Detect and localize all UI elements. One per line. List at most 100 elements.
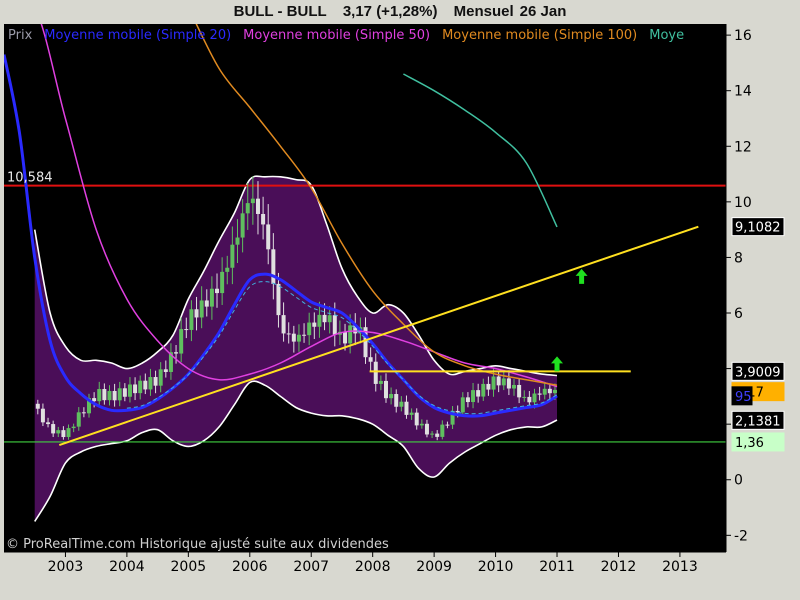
candle-body: [127, 384, 132, 397]
candle-body: [61, 430, 66, 438]
candle-body: [465, 397, 470, 403]
candle-body: [348, 325, 353, 344]
candle-body: [322, 314, 327, 323]
x-tick-label: 2007: [293, 559, 329, 575]
candle-body: [512, 384, 517, 389]
y-axis: -20246810121416: [725, 24, 752, 552]
candle-body: [117, 388, 122, 401]
candle-body: [271, 249, 276, 284]
y-tick-label: -2: [734, 528, 748, 544]
candle-body: [46, 422, 51, 425]
price-tag-label: 9,1082: [735, 221, 781, 236]
candle-body: [51, 424, 56, 434]
candle-body: [204, 300, 209, 307]
candle-body: [389, 394, 394, 399]
candle-body: [235, 237, 240, 245]
candle-body: [266, 224, 271, 250]
candle-body: [56, 430, 61, 434]
x-tick-label: 2004: [109, 559, 145, 575]
candle-body: [189, 309, 194, 330]
y-tick-label: 12: [734, 139, 752, 155]
candle-body: [491, 376, 496, 390]
candle-body: [404, 401, 409, 415]
candle-body: [307, 322, 312, 336]
chart-window: BULL - BULL 3,17 (+1,28%) Mensuel 26 Jan …: [0, 0, 800, 600]
candle-body: [332, 315, 337, 335]
candle-body: [143, 380, 148, 390]
candle-body: [327, 315, 332, 323]
candle-body: [471, 390, 476, 403]
x-tick-label: 2013: [662, 559, 698, 575]
candle-body: [40, 408, 45, 423]
candle-body: [215, 288, 220, 294]
price-tag-label: 1,36: [735, 436, 764, 451]
legend-item: Moyenne mobile (Simple 100): [442, 28, 637, 43]
y-tick-label: 0: [734, 473, 743, 489]
y-tick-label: 14: [734, 84, 752, 100]
x-tick-label: 2011: [539, 559, 575, 575]
x-tick-label: 2012: [601, 559, 637, 575]
copyright-footer: © ProRealTime.com Historique ajusté suit…: [6, 537, 389, 552]
candle-body: [527, 396, 532, 403]
x-tick-label: 2010: [478, 559, 514, 575]
y-tick-label: 10: [734, 195, 752, 211]
candle-body: [209, 288, 214, 307]
candle-body: [409, 412, 414, 415]
candle-body: [153, 377, 158, 386]
candle-body: [312, 322, 317, 327]
x-tick-label: 2009: [416, 559, 452, 575]
candle-body: [35, 403, 40, 409]
candle-body: [291, 333, 296, 342]
x-tick-label: 2005: [171, 559, 207, 575]
candle-body: [81, 412, 86, 414]
y-tick-label: 16: [734, 28, 752, 44]
candle-body: [486, 383, 491, 390]
candle-body: [71, 426, 76, 429]
candle-body: [394, 394, 399, 407]
candle-body: [430, 433, 435, 435]
candle-body: [261, 213, 266, 225]
candle-body: [506, 378, 511, 389]
candle-body: [194, 309, 199, 318]
candle-body: [517, 384, 522, 398]
candle-body: [383, 380, 388, 399]
candle-body: [522, 396, 527, 398]
candle-body: [112, 390, 117, 401]
candle-body: [76, 412, 81, 427]
candle-body: [547, 388, 552, 394]
candle-body: [368, 357, 373, 362]
candle-body: [496, 376, 501, 386]
y-tick-label: 6: [734, 306, 743, 322]
candle-body: [424, 423, 429, 435]
price-chart[interactable]: Prix Moyenne mobile (Simple 20) Moyenne mo…: [0, 0, 800, 600]
candle-body: [419, 423, 424, 426]
candle-body: [317, 314, 322, 327]
candle-body: [445, 424, 450, 426]
candle-body: [122, 388, 127, 397]
candle-body: [399, 401, 404, 407]
candle-body: [435, 433, 440, 437]
candle-body: [476, 390, 481, 397]
price-tag-label: 95: [735, 390, 752, 405]
candle-body: [296, 334, 301, 342]
legend-item: Prix: [8, 28, 33, 43]
candle-body: [552, 389, 557, 394]
candle-body: [286, 333, 291, 335]
legend-item: Moyenne mobile (Simple 50): [243, 28, 430, 43]
candle-body: [542, 388, 547, 395]
candle-body: [250, 198, 255, 204]
candle-body: [481, 383, 486, 397]
candle-body: [158, 369, 163, 386]
candle-body: [501, 378, 506, 386]
price-tag-label: 2,1381: [735, 414, 781, 429]
candle-body: [281, 315, 286, 334]
candle-body: [148, 377, 153, 390]
candle-body: [138, 380, 143, 394]
candle-body: [255, 198, 260, 214]
candle-body: [92, 398, 97, 402]
x-tick-label: 2008: [355, 559, 391, 575]
resistance-level-label: 10,584: [7, 171, 53, 186]
candle-body: [163, 369, 168, 372]
candle-body: [102, 389, 107, 401]
candle-body: [378, 380, 383, 384]
